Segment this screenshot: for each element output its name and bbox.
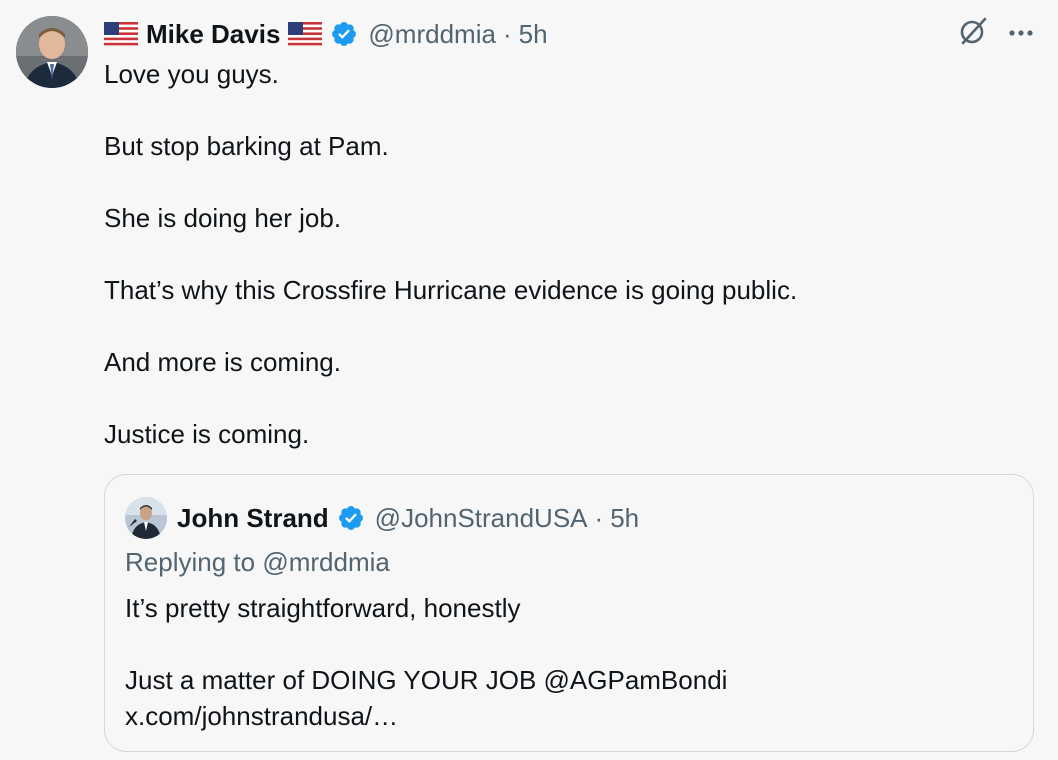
quoted-tweet-header: John Strand @JohnStrandUSA · 5h [177, 497, 639, 539]
replying-to: Replying to @mrddmia [125, 547, 390, 578]
quoted-tweet[interactable]: John Strand @JohnStrandUSA · 5h Replying… [104, 474, 1034, 752]
tweet-paragraph: Love you guys. [104, 59, 279, 89]
quoted-author-avatar[interactable] [125, 497, 167, 539]
us-flag-icon [104, 22, 138, 46]
quoted-author-handle[interactable]: @JohnStrandUSA [375, 503, 588, 534]
tweet-timestamp[interactable]: 5h [519, 19, 548, 50]
grok-icon [958, 16, 988, 51]
replying-to-handle[interactable]: @mrddmia [262, 547, 390, 577]
quoted-author-name[interactable]: John Strand [177, 503, 329, 534]
tweet-card: Mike Davis @mrddmia · 5h Love you guys. … [0, 0, 1058, 760]
grok-button[interactable] [956, 16, 990, 50]
more-icon [1008, 24, 1034, 42]
more-options-button[interactable] [1004, 16, 1038, 50]
tweet-paragraph: Justice is coming. [104, 419, 310, 449]
author-name[interactable]: Mike Davis [146, 19, 280, 50]
tweet-actions [956, 16, 1038, 50]
separator-dot: · [502, 18, 512, 49]
tweet-paragraph: But stop barking at Pam. [104, 131, 389, 161]
replying-to-label: Replying to [125, 547, 263, 577]
verified-badge-icon[interactable] [330, 20, 358, 48]
us-flag-icon [288, 22, 323, 46]
tweet-paragraph: She is doing her job. [104, 203, 342, 233]
author-handle[interactable]: @mrddmia [368, 19, 496, 50]
verified-badge-icon[interactable] [337, 504, 365, 532]
quoted-paragraph: It’s pretty straightforward, honestly [125, 593, 521, 623]
tweet-header: Mike Davis @mrddmia · 5h [104, 14, 548, 54]
quoted-tweet-timestamp[interactable]: 5h [610, 503, 639, 534]
quoted-tweet-text: It’s pretty straightforward, honestly Ju… [125, 590, 1015, 734]
quoted-paragraph-line: Just a matter of DOING YOUR JOB @AGPamBo… [125, 665, 728, 695]
tweet-text: Love you guys. But stop barking at Pam. … [104, 56, 1024, 488]
quoted-link[interactable]: x.com/johnstrandusa/… [125, 698, 1015, 734]
separator-dot: · [594, 502, 604, 533]
tweet-paragraph: That’s why this Crossfire Hurricane evid… [104, 275, 798, 305]
tweet-paragraph: And more is coming. [104, 347, 341, 377]
author-avatar[interactable] [16, 16, 88, 88]
